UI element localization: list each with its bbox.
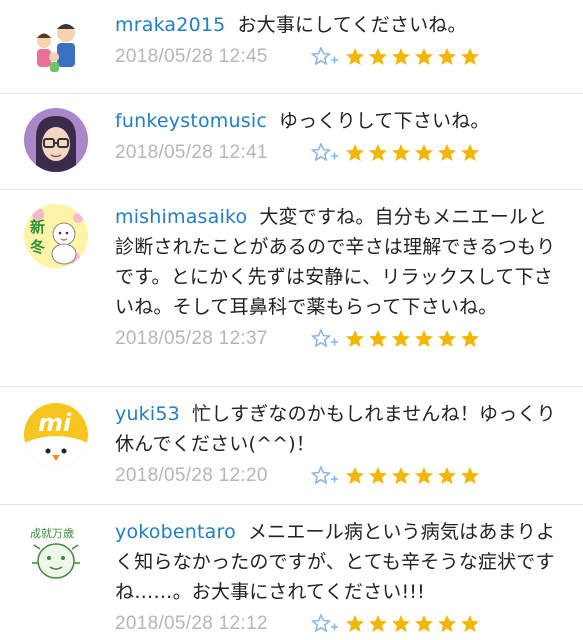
comment-text: 忙しすぎなのかもしれませんね！ゆっくり休んでください(^^)！ [115, 403, 556, 455]
comment-timestamp: 2018/05/28 12:45 [115, 46, 268, 67]
comment-timestamp: 2018/05/28 12:12 [115, 613, 268, 634]
chick-avatar-icon: mi [24, 403, 88, 467]
comment-username[interactable]: yuki53 [115, 403, 180, 425]
star-icon [346, 467, 364, 484]
star-icon [369, 615, 387, 632]
comment-timestamp: 2018/05/28 12:37 [115, 328, 268, 349]
star-icon [346, 615, 364, 632]
stamp-face-avatar-icon: 成就万歳 [24, 521, 88, 585]
glasses-person-avatar-icon [24, 108, 88, 172]
star-add-icon [311, 46, 338, 66]
comment-username[interactable]: yokobentaro [115, 521, 236, 543]
add-star-button[interactable] [311, 46, 341, 68]
avatar-text: 成就万歳 [30, 526, 74, 540]
comment-meta: 2018/05/28 12:45 [115, 44, 565, 70]
comment-text-block: mishimasaiko 大変ですね。自分もメニエールと診断されたことがあるので辛… [115, 202, 565, 322]
star-icon [438, 467, 456, 484]
star-icon [392, 48, 410, 65]
star-icon [392, 330, 410, 347]
add-star-button[interactable] [311, 328, 341, 350]
comment-username[interactable]: mraka2015 [115, 14, 225, 36]
star-icon [461, 615, 479, 632]
star-rating [345, 329, 480, 349]
comment-meta: 2018/05/28 12:37 [115, 326, 565, 352]
avatar-text: mi [38, 409, 72, 437]
star-icon [415, 330, 433, 347]
comment-list: mraka2015 お大事にしてくださいね。 2018/05/28 12:45 [0, 0, 583, 640]
star-icon [438, 144, 456, 161]
comment-meta: 2018/05/28 12:20 [115, 463, 565, 489]
shinto-baby-avatar-icon: 新 冬 [24, 204, 88, 268]
star-icon [415, 144, 433, 161]
user-avatar[interactable]: 成就万歳 [24, 521, 88, 585]
star-icon [392, 615, 410, 632]
comment-text-block: mraka2015 お大事にしてくださいね。 [115, 10, 565, 40]
family-avatar-icon [24, 15, 88, 79]
star-icon [369, 467, 387, 484]
star-icon [369, 330, 387, 347]
star-rating [345, 466, 480, 486]
comment-timestamp: 2018/05/28 12:20 [115, 465, 268, 486]
star-icon [369, 144, 387, 161]
comment-text-block: yokobentaro メニエール病という病気はあまりよく知らなかったのですが、と… [115, 517, 565, 607]
comment-meta: 2018/05/28 12:41 [115, 140, 565, 166]
star-rating [345, 47, 480, 67]
comment-item: 成就万歳 yokobentaro メニエール病という病気はあまりよく知らなかったの… [0, 505, 583, 640]
avatar-text-char: 冬 [30, 238, 45, 256]
comment-item: funkeystomusic ゆっくりして下さいね。 2018/05/28 12:… [0, 94, 583, 190]
avatar-text-char: 新 [30, 218, 45, 236]
comment-meta: 2018/05/28 12:12 [115, 611, 565, 637]
add-star-button[interactable] [311, 465, 341, 487]
star-icon [461, 330, 479, 347]
star-icon [461, 144, 479, 161]
star-add-icon [311, 465, 338, 485]
comment-username[interactable]: funkeystomusic [115, 110, 267, 132]
star-icon [415, 615, 433, 632]
comment-item: mi yuki53 忙しすぎなのかもしれませんね！ゆっくり休んでください(^^)！… [0, 387, 583, 505]
user-avatar[interactable]: mi [24, 403, 88, 467]
star-icon [438, 330, 456, 347]
comment-text: ゆっくりして下さいね。 [278, 110, 490, 132]
star-icon [415, 48, 433, 65]
user-avatar[interactable] [24, 15, 88, 79]
star-icon [346, 144, 364, 161]
add-star-button[interactable] [311, 142, 341, 164]
star-rating [345, 614, 480, 634]
comment-username[interactable]: mishimasaiko [115, 206, 247, 228]
star-icon [438, 615, 456, 632]
star-add-icon [311, 142, 338, 162]
add-star-button[interactable] [311, 613, 341, 635]
star-icon [346, 330, 364, 347]
star-icon [369, 48, 387, 65]
star-icon [392, 467, 410, 484]
star-icon [346, 48, 364, 65]
user-avatar[interactable] [24, 108, 88, 172]
star-icon [461, 48, 479, 65]
comment-text-block: funkeystomusic ゆっくりして下さいね。 [115, 106, 565, 136]
star-icon [392, 144, 410, 161]
star-icon [461, 467, 479, 484]
star-icon [438, 48, 456, 65]
comment-item: mraka2015 お大事にしてくださいね。 2018/05/28 12:45 [0, 0, 583, 94]
comment-timestamp: 2018/05/28 12:41 [115, 142, 268, 163]
user-avatar[interactable]: 新 冬 [24, 204, 88, 268]
star-icon [415, 467, 433, 484]
comment-text-block: yuki53 忙しすぎなのかもしれませんね！ゆっくり休んでください(^^)！ [115, 399, 565, 459]
star-rating [345, 143, 480, 163]
star-add-icon [311, 328, 338, 348]
comment-item: 新 冬 mishimasaiko 大変ですね。自分もメニエールと診断されたことがあ… [0, 190, 583, 387]
star-add-icon [311, 613, 338, 633]
comment-text: お大事にしてくださいね。 [237, 14, 467, 36]
